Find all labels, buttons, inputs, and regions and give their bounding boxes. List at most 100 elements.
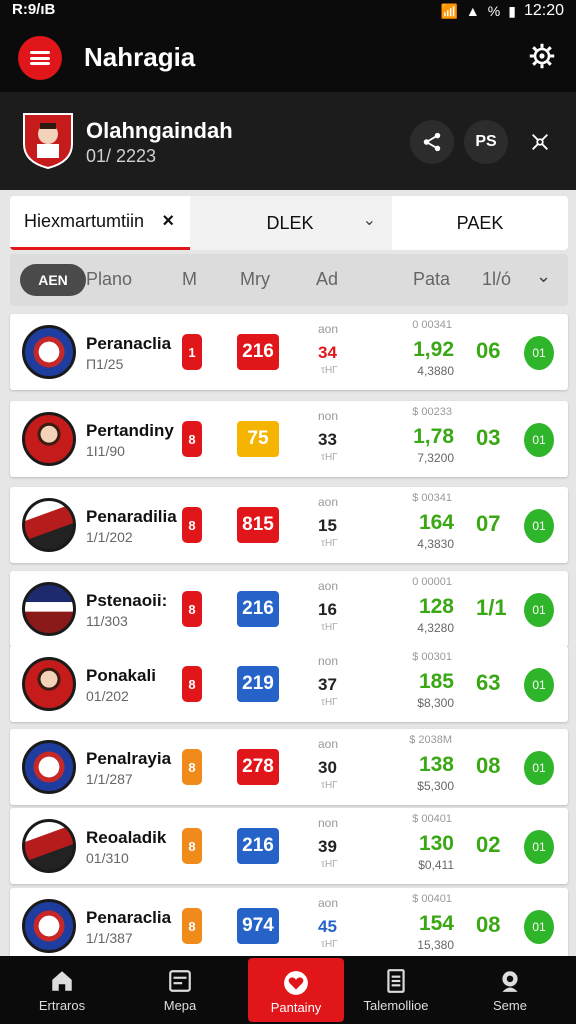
team-crest-icon [22, 325, 76, 379]
go-button[interactable]: 01 [524, 509, 554, 543]
stat-label: aon [318, 737, 339, 751]
team-name: Penalrayia [86, 749, 172, 768]
table-row[interactable]: Peranaclia Π1/25 1 216 aon 34 τΗΓ 0 00341 1,92 4,… [10, 314, 568, 390]
battery-percent: % [487, 3, 501, 19]
signal-icon: ▲ [465, 3, 480, 19]
stat-value: 16 [318, 600, 337, 619]
table-row[interactable]: Pertandiny 1Ι1/90 8 75 non 33 τΗΓ $ 00233 1,78 7,… [10, 401, 568, 477]
tab-active[interactable]: Hiexmartumtiin × [10, 196, 190, 250]
points-value: 63 [476, 670, 501, 695]
stat-label: aon [318, 322, 339, 336]
table-row[interactable]: Ponakali 01/202 8 219 non 37 τΗΓ $ 00301 185 $8,3… [10, 646, 568, 722]
odds-label: $ 00401 [412, 813, 452, 825]
status-badge: 8 [182, 666, 202, 702]
map-icon [169, 970, 191, 992]
nav-item-label: Ertraros [38, 998, 86, 1013]
team-crest-icon [22, 740, 76, 794]
table-row[interactable]: Penalrayia 1/1/287 8 278 aon 30 τΗΓ $ 2038M 138 $… [10, 729, 568, 805]
nav-item-map[interactable]: Mepa [132, 956, 228, 1024]
stat-value: 39 [318, 837, 337, 856]
odds-sub: $0,411 [418, 858, 454, 872]
stat-value: 15 [318, 516, 337, 535]
status-left-text: R:9/ıB [12, 1, 56, 18]
go-button[interactable]: 01 [524, 830, 554, 864]
tab-second[interactable]: DLEK ⌄ [190, 196, 390, 250]
stat-label: non [318, 654, 339, 668]
document-icon [387, 969, 405, 993]
menu-button[interactable] [18, 36, 62, 80]
tab-third[interactable]: PAEK [392, 196, 568, 250]
match-date: 01/310 [86, 850, 129, 866]
share-button[interactable] [410, 120, 454, 164]
nav-item-active[interactable]: Pantainy [248, 958, 344, 1022]
tab-second-label: DLEK [266, 212, 314, 233]
odds-sub: 4,3880 [417, 364, 454, 378]
status-badge: 8 [182, 591, 202, 627]
team-crest-icon [22, 819, 76, 873]
go-button[interactable]: 01 [524, 910, 554, 944]
profile-header: Olahngaindah 01/ 2223 PS [0, 92, 576, 190]
stat-value: 33 [318, 430, 337, 449]
team-name: Ponakali [86, 666, 156, 685]
settings-button[interactable] [524, 38, 560, 74]
odds-value: 164 [418, 511, 454, 534]
team-crest-icon [22, 412, 76, 466]
points-value: 08 [476, 912, 501, 937]
team-name: Peranaclia [86, 334, 172, 353]
stat-unit: τΗΓ [321, 538, 338, 549]
nav-item-user[interactable]: Seme [462, 956, 558, 1024]
stat-unit: τΗΓ [321, 697, 338, 708]
tab-active-label: Hiexmartumtiin [24, 211, 145, 231]
tab-third-label: PAEK [456, 212, 504, 233]
nav-item-label: Seme [493, 998, 527, 1013]
team-name: Penaradilia [86, 507, 177, 526]
points-value: 1/1 [476, 595, 507, 620]
status-badge: 8 [182, 421, 202, 457]
odds-value: 138 [418, 753, 454, 776]
stat-label: aon [318, 495, 339, 509]
app-bar: Nahragia [0, 22, 576, 92]
tools-button[interactable] [518, 120, 562, 164]
col-header: Mry [240, 269, 270, 289]
go-button[interactable]: 01 [524, 336, 554, 370]
table-row[interactable]: Penaradilia 1/1/202 8 815 aon 15 τΗΓ $ 00341 164… [10, 487, 568, 563]
stat-label: aon [318, 579, 339, 593]
odds-label: $ 00233 [412, 406, 452, 418]
ps-button[interactable]: PS [464, 120, 508, 164]
stat-unit: τΗΓ [321, 622, 338, 633]
go-button[interactable]: 01 [524, 593, 554, 627]
status-bar: R:9/ıB 📶 ▲ % ▮ 12:20 [0, 0, 576, 22]
table-row[interactable]: Reoaladik 01/310 8 216 non 39 τΗΓ $ 00401 130 $0,… [10, 808, 568, 884]
chevron-down-icon[interactable]: ⌄ [363, 210, 376, 230]
odds-label: $ 00341 [412, 492, 452, 504]
stat-unit: τΗΓ [321, 780, 338, 791]
odds-sub: $5,300 [417, 779, 454, 793]
match-date: 1Ι1/90 [86, 443, 125, 459]
nav-item-document[interactable]: Talemollioe [348, 956, 444, 1024]
table-row[interactable]: Pstenaoii: 11/303 8 216 aon 16 τΗΓ 0 00001 128 4,… [10, 571, 568, 647]
score-badge: 216 [237, 828, 279, 864]
team-name: Pstenaoii: [86, 591, 168, 610]
close-icon[interactable]: × [162, 210, 174, 233]
go-button[interactable]: 01 [524, 751, 554, 785]
go-button[interactable]: 01 [524, 423, 554, 457]
gear-icon [529, 43, 555, 69]
score-badge: 75 [237, 421, 279, 457]
chevron-down-icon[interactable]: ⌄ [536, 266, 551, 287]
go-button[interactable]: 01 [524, 668, 554, 702]
odds-value: 1,92 [413, 338, 454, 361]
odds-value: 185 [418, 670, 454, 693]
stat-value: 45 [318, 917, 337, 936]
nav-item-home[interactable]: Ertraros [14, 956, 110, 1024]
stat-label: non [318, 409, 339, 423]
tools-icon [532, 134, 548, 150]
filter-pill[interactable]: AEN [20, 264, 86, 296]
odds-value: 130 [418, 832, 454, 855]
status-badge: 8 [182, 507, 202, 543]
stat-value: 30 [318, 758, 337, 777]
stat-value: 37 [318, 675, 337, 694]
score-badge: 216 [237, 591, 279, 627]
status-badge: 8 [182, 828, 202, 864]
table-row[interactable]: Penaraclia 1/1/387 8 974 aon 45 τΗΓ $ 00401 154 1… [10, 888, 568, 964]
ps-button-label: PS [475, 133, 497, 150]
